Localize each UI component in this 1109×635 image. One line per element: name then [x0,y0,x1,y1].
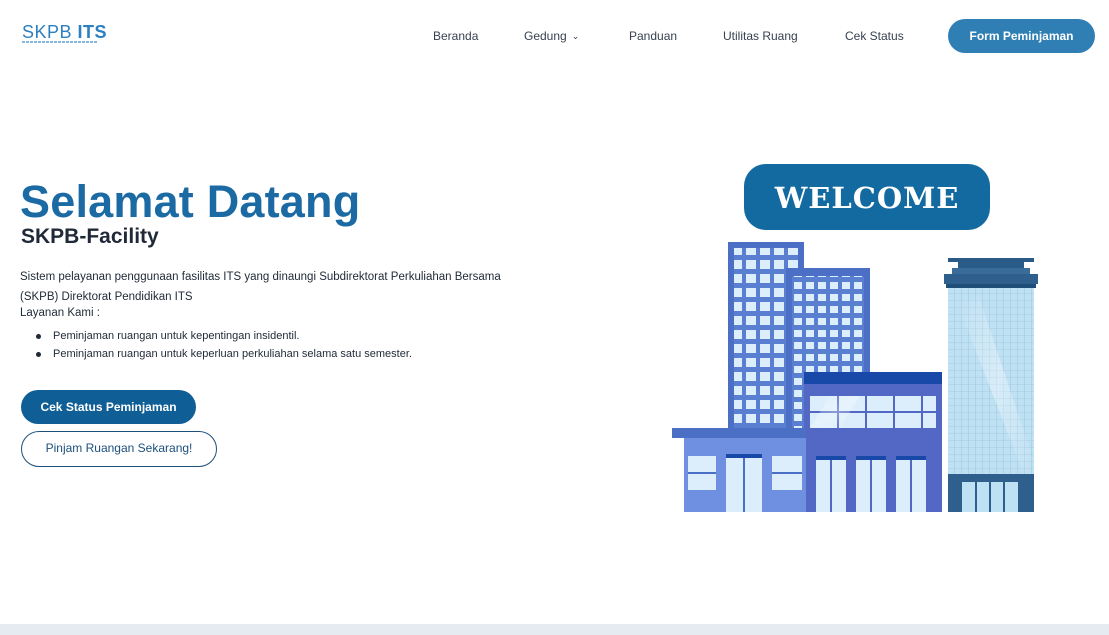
main-nav: Beranda Gedung ⌄ Panduan Utilitas Ruang C… [0,29,1109,45]
nav-item-gedung[interactable]: Gedung ⌄ [524,29,579,43]
nav-item-utilitas-ruang[interactable]: Utilitas Ruang [723,29,798,43]
pinjam-ruangan-button[interactable]: Pinjam Ruangan Sekarang! [21,431,217,467]
form-peminjaman-button[interactable]: Form Peminjaman [948,19,1095,53]
services-label: Layanan Kami : [20,307,100,319]
chevron-down-icon: ⌄ [571,31,580,41]
service-item: Peminjaman ruangan untuk keperluan perku… [20,345,540,363]
right-glass-tower [948,258,1034,262]
welcome-buildings-illustration: WELCOME [672,164,1038,512]
top-navbar: SKPB ITS Beranda Gedung ⌄ Panduan Utilita… [0,0,1109,72]
left-wing [672,428,806,438]
page-subtitle: SKPB-Facility [21,225,159,248]
nav-item-beranda[interactable]: Beranda [433,29,478,43]
hero-description: Sistem pelayanan penggunaan fasilitas IT… [20,271,501,303]
nav-item-cek-status[interactable]: Cek Status [845,29,904,43]
services-list: Peminjaman ruangan untuk kepentingan ins… [20,327,540,363]
footer-strip [0,624,1109,635]
cek-status-peminjaman-button[interactable]: Cek Status Peminjaman [21,390,196,424]
welcome-sign-text: WELCOME [774,181,960,215]
nav-item-gedung-label: Gedung [524,29,567,43]
service-item: Peminjaman ruangan untuk kepentingan ins… [20,327,540,345]
page-title: Selamat Datang [20,176,361,227]
nav-item-panduan[interactable]: Panduan [629,29,677,43]
